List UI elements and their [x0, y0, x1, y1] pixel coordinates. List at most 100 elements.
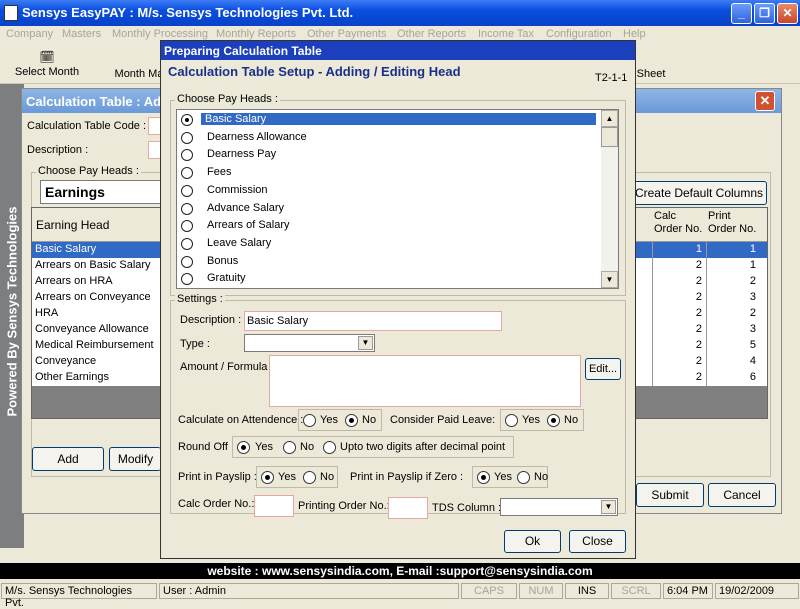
sheet-label: Sheet: [636, 68, 666, 80]
dialog-title: Preparing Calculation Table: [164, 44, 322, 58]
head-radio[interactable]: [181, 114, 193, 126]
row-head: Arrears on HRA: [35, 275, 113, 287]
head-radio[interactable]: [181, 184, 193, 197]
list-item[interactable]: Leave Salary: [177, 235, 602, 253]
col-calc-order: Calc Order No.: [654, 210, 703, 235]
earnings-combo[interactable]: Earnings: [40, 180, 162, 204]
round-off-label: Round Off :: [178, 441, 235, 453]
head-radio[interactable]: [181, 237, 193, 250]
print-zero-yes-radio[interactable]: [477, 471, 490, 484]
paid-leave-no-radio[interactable]: [547, 414, 560, 427]
calc-att-yes-radio[interactable]: [303, 414, 316, 427]
head-radio[interactable]: [181, 255, 193, 268]
add-button[interactable]: Add: [32, 447, 104, 471]
close-app-button[interactable]: ✕: [777, 3, 798, 24]
row-head: Other Earnings: [35, 371, 109, 383]
round-no-label: No: [300, 441, 315, 453]
head-label: Dearness Allowance: [207, 130, 307, 143]
col-print-order: Print Order No.: [708, 210, 757, 235]
head-label: Gratuity: [207, 272, 246, 285]
menu-monthly-reports[interactable]: Monthly Reports: [216, 28, 296, 40]
paid-leave-options: Yes No: [500, 409, 584, 431]
head-radio[interactable]: [181, 202, 193, 215]
print-payslip-options: Yes No: [256, 466, 338, 488]
restore-button[interactable]: ❐: [754, 3, 775, 24]
ok-button[interactable]: Ok: [504, 530, 561, 553]
cancel-button[interactable]: Cancel: [708, 483, 776, 507]
description-input[interactable]: Basic Salary: [244, 311, 502, 331]
amount-formula-input[interactable]: [269, 355, 581, 407]
menu-help[interactable]: Help: [623, 28, 646, 40]
row-calc-order: 2: [695, 275, 702, 287]
menu-other-reports[interactable]: Other Reports: [397, 28, 466, 40]
calc-attendance-label: Calculate on Attendence :: [178, 414, 304, 426]
list-item[interactable]: Advance Salary: [177, 200, 602, 218]
tds-combo[interactable]: ▼: [500, 498, 618, 516]
head-radio[interactable]: [181, 149, 193, 162]
month-master-button[interactable]: Month Ma: [114, 68, 164, 80]
print-zero-no-radio[interactable]: [517, 471, 530, 484]
scroll-down-icon[interactable]: ▼: [601, 271, 618, 288]
app-titlebar: Sensys EasyPAY : M/s. Sensys Technologie…: [0, 0, 800, 26]
month-master-label: Month Ma: [114, 68, 164, 80]
submit-label: Submit: [651, 488, 689, 502]
edit-formula-button[interactable]: Edit...: [585, 358, 621, 380]
list-item[interactable]: Arrears of Salary: [177, 217, 602, 235]
print-yes-radio[interactable]: [261, 471, 274, 484]
status-caps: CAPS: [461, 583, 517, 599]
menu-masters[interactable]: Masters: [62, 28, 101, 40]
head-radio[interactable]: [181, 167, 193, 180]
description-value: Basic Salary: [247, 315, 309, 327]
head-label: Fees: [207, 166, 232, 179]
print-order-label: Printing Order No.:: [298, 500, 390, 512]
print-no-radio[interactable]: [303, 471, 316, 484]
menu-company[interactable]: Company: [6, 28, 53, 40]
calc-desc-label: Description :: [27, 144, 89, 156]
head-radio[interactable]: [181, 273, 193, 286]
tds-dropdown-icon[interactable]: ▼: [601, 500, 616, 514]
scroll-up-icon[interactable]: ▲: [601, 110, 618, 127]
menu-configuration[interactable]: Configuration: [546, 28, 611, 40]
close-dialog-button[interactable]: Close: [569, 530, 626, 553]
head-radio[interactable]: [181, 220, 193, 233]
menu-income-tax[interactable]: Income Tax: [478, 28, 534, 40]
round-upto-radio[interactable]: [323, 441, 336, 454]
list-item[interactable]: Dearness Allowance: [177, 129, 602, 147]
list-scrollbar[interactable]: ▲ ▼: [601, 110, 618, 288]
calc-att-yes-label: Yes: [320, 414, 338, 426]
submit-button[interactable]: Submit: [636, 483, 704, 507]
print-order-input[interactable]: [388, 497, 428, 519]
print-zero-yes-label: Yes: [494, 471, 512, 483]
list-item[interactable]: Commission: [177, 182, 602, 200]
round-no-radio[interactable]: [283, 441, 296, 454]
row-calc-order: 2: [695, 355, 702, 367]
paid-leave-yes-radio[interactable]: [505, 414, 518, 427]
calc-order-input[interactable]: [254, 495, 294, 517]
type-combo[interactable]: ▼: [244, 334, 375, 352]
website-banner: website : www.sensysindia.com, E-mail :s…: [0, 563, 800, 579]
list-item[interactable]: Bonus: [177, 253, 602, 271]
scroll-thumb[interactable]: [601, 127, 618, 147]
row-print-order: 5: [749, 339, 756, 351]
sheet-button[interactable]: Sheet: [636, 68, 666, 80]
calc-window-close-button[interactable]: ✕: [755, 91, 775, 111]
head-label: Advance Salary: [207, 201, 285, 214]
close-label: Close: [582, 534, 613, 548]
minimize-button[interactable]: _: [731, 3, 752, 24]
type-dropdown-icon[interactable]: ▼: [358, 336, 373, 350]
menu-other-payments[interactable]: Other Payments: [307, 28, 386, 40]
list-item[interactable]: Gratuity: [177, 270, 602, 288]
create-default-columns-button[interactable]: Create Default Columns: [631, 181, 767, 205]
select-month-button[interactable]: 🗓 Select Month: [14, 50, 80, 78]
list-item[interactable]: Dearness Pay: [177, 146, 602, 164]
menu-monthly-processing[interactable]: Monthly Processing: [112, 28, 208, 40]
round-yes-radio[interactable]: [237, 441, 250, 454]
list-item[interactable]: Fees: [177, 164, 602, 182]
print-zero-label: Print in Payslip if Zero :: [350, 471, 464, 483]
amount-label: Amount / Formula :: [180, 361, 274, 373]
list-item[interactable]: Basic Salary: [177, 111, 602, 129]
head-radio[interactable]: [181, 131, 193, 144]
modify-button[interactable]: Modify: [109, 447, 161, 471]
calc-att-no-radio[interactable]: [345, 414, 358, 427]
modify-label: Modify: [117, 452, 154, 466]
